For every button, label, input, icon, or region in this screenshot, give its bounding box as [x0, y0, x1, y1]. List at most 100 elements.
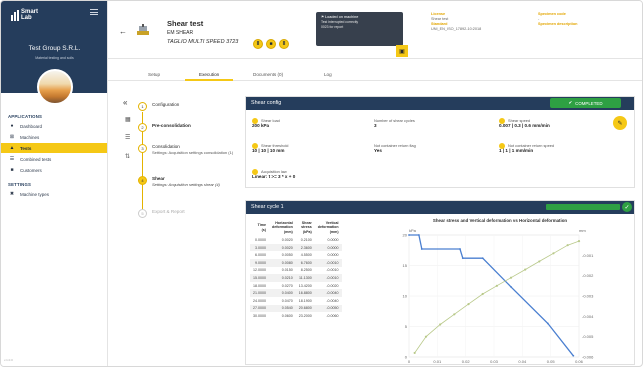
field-value: 3: [374, 123, 377, 128]
step-consolidation[interactable]: 3 Consolidation Settings: Acquisition sett…: [138, 144, 238, 155]
field-shear-threshold: Shear threshold 10 | 10 | 10 mm: [252, 143, 288, 153]
stop-button[interactable]: ■: [266, 39, 276, 49]
table-cell: 0.0000: [327, 253, 339, 258]
field-value: 0.007 | 0.3 | 0.6 mm/min: [499, 123, 550, 128]
table-cell: 2.3600: [295, 243, 315, 252]
field-return-speed: Not container return speed 1 | 1 | 1 mm/m…: [499, 143, 554, 153]
series-point: [420, 248, 423, 250]
step-number: 3: [138, 144, 147, 153]
table-header-cell: Vertical deformation (mm): [317, 221, 339, 234]
step-export-report[interactable]: 5 Export & Report: [138, 209, 238, 218]
machine-model: TAGLIO MULTI SPEED 3723: [167, 39, 239, 45]
field-label: Shear load: [252, 118, 280, 124]
series-point: [495, 284, 498, 287]
step-configuration[interactable]: 1 Configuration: [138, 102, 238, 111]
field-value: 10 | 10 | 10 mm: [252, 148, 285, 153]
table-row: 24.0000 0.0470 18.1900 -0.0040: [250, 297, 342, 305]
users-icon: ■: [10, 167, 14, 173]
tab-log[interactable]: Log: [324, 72, 332, 77]
table-row: 9.0000 0.0080 6.7600 -0.0010: [250, 259, 342, 267]
specimen-info: Specimen code - Specimen description: [538, 12, 577, 27]
sidebar-item-dashboard[interactable]: ● Dashboard: [1, 121, 107, 131]
table-cell: 0.2100: [300, 238, 312, 243]
status-tooltip: ⚑ Loaded on machine Test interrupted cor…: [316, 12, 403, 46]
y1-tick-label: 10: [403, 294, 408, 299]
sidebar-item-machines[interactable]: ⊠ Machines: [1, 132, 107, 142]
pause-button[interactable]: II: [253, 39, 263, 49]
field-cycles: Number of shear cycles 3: [374, 118, 415, 128]
app-version: v.1.0.0: [4, 358, 13, 362]
section-applications: APPLICATIONS: [8, 114, 43, 119]
y2-tick-label: -0.006: [582, 355, 594, 360]
tab-documents[interactable]: Documents (0): [253, 72, 283, 77]
table-row: 3.0000 0.0020 2.3600 0.0000: [250, 243, 342, 252]
y2-tick-label: -0.001: [582, 253, 594, 258]
tab-execution[interactable]: Execution: [199, 72, 219, 77]
sidebar-item-label: Machine types: [20, 191, 50, 197]
series-point: [577, 240, 581, 243]
series-point: [481, 292, 484, 296]
step-subtitle: Settings: Acquisition settings shear (4): [152, 181, 220, 187]
step-pre-consolidation[interactable]: 2 Pre-consolidation: [138, 123, 238, 132]
sidebar-item-machine-types[interactable]: ✖ Machine types: [1, 189, 107, 199]
table-row: 30.0000 0.0600 23.2000 -0.0060: [250, 312, 342, 320]
step-title: Configuration: [152, 102, 180, 107]
table-view-icon[interactable]: ▦: [125, 116, 131, 123]
edit-config-button[interactable]: ✎: [613, 116, 627, 130]
x-tick-label: 0.05: [547, 359, 556, 364]
table-cell: 0.0270: [281, 283, 293, 288]
standard-value: UNI_EN_ISO_17892-10:2018: [431, 27, 482, 31]
table-cell: 0.0000: [327, 238, 339, 243]
cycle-progress-bar: [546, 204, 620, 210]
series-point: [413, 351, 416, 355]
series-point: [418, 234, 420, 236]
table-body: 0.0000 0.0020 0.2100 0.0000 3.0000 0.0020 2.36…: [250, 236, 342, 320]
report-button[interactable]: ▣: [396, 45, 408, 57]
series-point: [509, 276, 513, 279]
machine-type-icon: ✖: [9, 191, 15, 197]
table-cell: 4.5500: [300, 253, 312, 258]
step-number: 1: [138, 102, 147, 111]
check-icon: ✓: [622, 202, 632, 212]
table-cell: -0.0010: [326, 268, 339, 273]
table-row: 18.0000 0.0270 13.4200 -0.0020: [250, 282, 342, 290]
table-row: 21.0000 0.0400 16.8800 -0.0040: [250, 289, 342, 297]
table-cell: 23.2000: [298, 313, 312, 318]
hamburger-menu-icon[interactable]: [90, 9, 98, 15]
step-shear[interactable]: 4 Shear Settings: Acquisition settings she…: [138, 176, 238, 187]
sidebar-item-customers[interactable]: ■ Customers: [1, 165, 107, 175]
field-value: 1 | 1 | 1 mm/min: [499, 148, 534, 153]
series-point: [566, 244, 569, 247]
table-cell: 21.0000: [250, 289, 269, 297]
y1-tick-label: 5: [405, 324, 408, 329]
x-tick-label: 0.04: [518, 359, 527, 364]
shear-cycle-header: Shear cycle 1 ✓: [246, 201, 634, 214]
check-icon: ✔: [568, 100, 573, 105]
table-cell: 13.4200: [298, 283, 312, 288]
table-cell: 0.0050: [281, 253, 293, 258]
table-cell: 15.0000: [250, 274, 269, 282]
test-header: ← Shear test EM SHEAR TAGLIO MULTI SPEED…: [108, 1, 642, 59]
y2-tick-label: -0.005: [582, 334, 594, 339]
list-view-icon[interactable]: ☰: [125, 134, 130, 141]
collapse-steps-icon[interactable]: «: [123, 98, 127, 107]
sidebar-item-tests[interactable]: ▲ Tests: [1, 143, 107, 153]
field-return-flag: Not container return flag Yes: [374, 143, 416, 153]
table-cell: 12.0000: [253, 268, 266, 273]
back-arrow-icon[interactable]: ←: [119, 27, 127, 36]
pencil-icon: ✎: [617, 120, 623, 127]
sidebar-item-label: Dashboard: [20, 123, 43, 129]
y2-unit-label: mm: [579, 228, 586, 233]
pause-secondary-button[interactable]: II: [279, 39, 289, 49]
panel-title: Shear cycle 1: [251, 204, 284, 210]
cycle-data-table: Time (s) Horizontal deformation (mm) Shear str…: [250, 221, 342, 320]
series-point: [453, 313, 456, 316]
sidebar-item-combined-tests[interactable]: ☰ Combined tests: [1, 154, 107, 164]
table-cell: 11.1300: [295, 274, 315, 282]
field-shear-speed: Shear speed 0.007 | 0.3 | 0.6 mm/min: [499, 118, 550, 128]
tab-setup[interactable]: Setup: [148, 72, 160, 77]
table-cell: 18.1900: [298, 298, 312, 303]
y1-tick-label: 20: [403, 233, 408, 238]
sort-icon[interactable]: ⇅: [125, 153, 130, 160]
company-name: Test Group S.R.L.: [28, 45, 81, 52]
